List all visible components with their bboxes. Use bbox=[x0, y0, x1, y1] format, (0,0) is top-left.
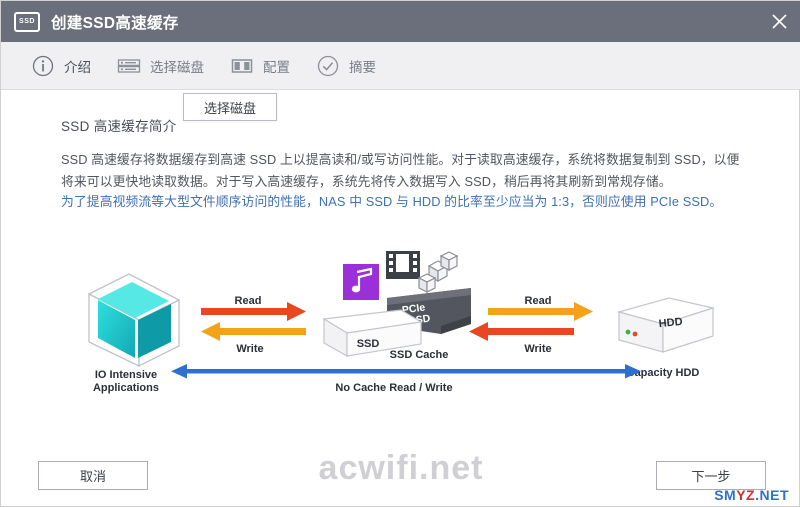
capacity-hdd-label: Capacity HDD bbox=[627, 367, 700, 379]
step-intro[interactable]: 介绍 bbox=[31, 54, 91, 78]
step-select-disks[interactable]: 选择磁盘 bbox=[117, 54, 204, 78]
next-button[interactable]: 下一步 bbox=[656, 461, 766, 490]
disks-icon bbox=[117, 54, 141, 78]
check-icon bbox=[316, 54, 340, 78]
section-title: SSD 高速缓存简介 bbox=[61, 119, 177, 134]
cancel-button[interactable]: 取消 bbox=[38, 461, 148, 490]
no-cache-arrow bbox=[171, 364, 641, 379]
step-bar: 介绍 选择磁盘 配置 摘要 bbox=[1, 42, 800, 90]
cache-diagram: IO Intensive Applications PCIe SSD SSD S… bbox=[1, 226, 800, 401]
io-label-line1: IO Intensive bbox=[95, 369, 157, 381]
right-read-arrow bbox=[469, 322, 574, 341]
step-summary[interactable]: 摘要 bbox=[316, 54, 376, 78]
tooltip-select-disks: 选择磁盘 bbox=[183, 93, 277, 121]
step-intro-label: 介绍 bbox=[64, 59, 91, 75]
hdd-text: HDD bbox=[658, 316, 683, 330]
step-config-label: 配置 bbox=[263, 59, 290, 75]
step-summary-label: 摘要 bbox=[349, 59, 376, 75]
right-write-label: Write bbox=[524, 343, 551, 355]
close-icon[interactable] bbox=[757, 1, 800, 42]
next-button-label: 下一步 bbox=[691, 469, 731, 484]
step-select-disks-label: 选择磁盘 bbox=[150, 59, 204, 75]
ssd-block-text: SSD bbox=[357, 338, 380, 350]
left-read-label: Read bbox=[235, 295, 262, 307]
ssd-cache-label: SSD Cache bbox=[390, 349, 449, 361]
cubes-icon bbox=[417, 251, 459, 293]
io-applications-cube bbox=[87, 273, 181, 368]
dialog-window: SSD 创建SSD高速缓存 介绍 选择磁盘 配置 摘要 选择磁盘 SSD 高速缓… bbox=[0, 0, 800, 507]
intro-paragraph-2: 为了提高视频流等大型文件顺序访问的性能，NAS 中 SSD 与 HDD 的比率至… bbox=[61, 194, 723, 209]
cancel-button-label: 取消 bbox=[79, 469, 106, 484]
intro-paragraph-1: SSD 高速缓存将数据缓存到高速 SSD 上以提高读和/或写访问性能。对于读取高… bbox=[61, 152, 740, 189]
tooltip-label: 选择磁盘 bbox=[203, 100, 256, 116]
io-label-line2: Applications bbox=[93, 382, 159, 394]
music-note-icon bbox=[343, 264, 379, 300]
title-bar: SSD 创建SSD高速缓存 bbox=[1, 1, 800, 42]
right-read-label: Read bbox=[525, 295, 552, 307]
config-icon bbox=[230, 54, 254, 78]
ssd-icon: SSD bbox=[14, 11, 40, 32]
film-strip-icon bbox=[386, 251, 420, 279]
left-write-arrow bbox=[201, 322, 306, 341]
window-title: 创建SSD高速缓存 bbox=[51, 14, 179, 32]
left-write-label: Write bbox=[236, 343, 263, 355]
info-icon bbox=[31, 54, 55, 78]
no-cache-label: No Cache Read / Write bbox=[335, 382, 452, 394]
step-config[interactable]: 配置 bbox=[230, 54, 290, 78]
